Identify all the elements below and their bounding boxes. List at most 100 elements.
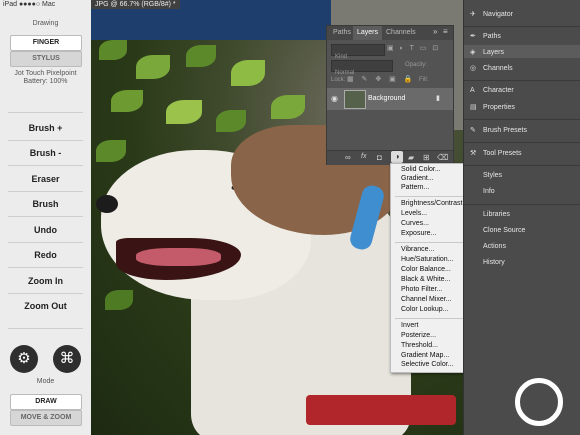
dock-separator bbox=[464, 165, 580, 166]
redo-button[interactable]: Redo bbox=[0, 250, 91, 260]
menu-item-threshold[interactable]: Threshold... bbox=[401, 342, 438, 349]
menu-item-invert[interactable]: Invert bbox=[401, 322, 419, 329]
blend-mode-select[interactable]: Normal bbox=[331, 60, 393, 76]
properties-icon: ▤ bbox=[470, 104, 477, 111]
menu-item-channel-mixer[interactable]: Channel Mixer... bbox=[401, 296, 452, 303]
filter-icons[interactable]: ▣ ◐ T ▭ ⊡ bbox=[387, 44, 440, 52]
assistive-touch-ring-icon[interactable] bbox=[515, 378, 563, 426]
tab-layers[interactable]: Layers bbox=[353, 26, 383, 40]
menu-item-gradient[interactable]: Gradient... bbox=[401, 175, 434, 182]
leaf bbox=[186, 45, 216, 67]
lock-label: Lock: bbox=[331, 77, 346, 83]
dock-item-label: Actions bbox=[483, 243, 506, 250]
layer-thumbnail bbox=[344, 90, 366, 109]
menu-item-black-white[interactable]: Black & White... bbox=[401, 276, 450, 283]
dock-item-paths[interactable]: ✒ Paths bbox=[470, 32, 501, 40]
link-icon[interactable]: ∞ bbox=[345, 153, 351, 162]
dock-item-brush-presets[interactable]: ✎ Brush Presets bbox=[470, 126, 527, 134]
brush-minus-button[interactable]: Brush - bbox=[0, 148, 91, 158]
gear-icon: ⚙ bbox=[17, 350, 31, 367]
dock-item-label: Styles bbox=[483, 172, 503, 179]
new-layer-icon[interactable]: ⊞ bbox=[423, 153, 430, 162]
dock-item-properties[interactable]: ▤ Properties bbox=[470, 103, 515, 111]
menu-item-solid-color[interactable]: Solid Color... bbox=[401, 166, 441, 173]
layer-row-background[interactable]: ◉ Background ▮ bbox=[327, 88, 453, 110]
move-zoom-mode-button[interactable]: MOVE & ZOOM bbox=[10, 410, 82, 426]
adjustment-layer-icon[interactable]: ◑ bbox=[391, 151, 403, 163]
menu-item-levels[interactable]: Levels... bbox=[401, 210, 427, 217]
leaf bbox=[271, 95, 305, 119]
menu-item-exposure[interactable]: Exposure... bbox=[401, 230, 436, 237]
brush-plus-button[interactable]: Brush + bbox=[0, 123, 91, 133]
eye-icon[interactable]: ◉ bbox=[331, 94, 338, 103]
folder-icon[interactable]: ▰ bbox=[408, 153, 414, 162]
dock-separator bbox=[464, 142, 580, 143]
lock-icons[interactable]: ▦ ✎ ✥ ▣ 🔒 bbox=[347, 75, 415, 83]
tab-paths[interactable]: Paths bbox=[329, 26, 355, 40]
dock-item-clone-source[interactable]: Clone Source bbox=[470, 227, 525, 234]
fill-label: Fill: bbox=[419, 77, 429, 83]
fx-icon[interactable]: fx bbox=[361, 153, 366, 160]
trash-icon[interactable]: ⌫ bbox=[437, 153, 448, 162]
dock-item-tool-presets[interactable]: ⚒ Tool Presets bbox=[470, 149, 522, 157]
stylus-battery-text: Battery: 100% bbox=[23, 78, 68, 85]
menu-item-pattern[interactable]: Pattern... bbox=[401, 184, 429, 191]
character-icon: A bbox=[470, 87, 475, 94]
dock-item-libraries[interactable]: Libraries bbox=[470, 211, 510, 218]
filter-kind-select[interactable]: Kind bbox=[331, 44, 385, 60]
undo-button[interactable]: Undo bbox=[0, 225, 91, 235]
dock-item-styles[interactable]: Styles bbox=[470, 172, 502, 179]
menu-item-photo-filter[interactable]: Photo Filter... bbox=[401, 286, 442, 293]
dock-item-label: Channels bbox=[483, 65, 513, 72]
dock-item-info[interactable]: Info bbox=[470, 188, 495, 195]
dock-item-label: Properties bbox=[483, 104, 515, 111]
leaf bbox=[105, 290, 133, 310]
menu-item-posterize[interactable]: Posterize... bbox=[401, 332, 436, 339]
channels-icon: ◎ bbox=[470, 65, 477, 72]
leaf bbox=[216, 110, 246, 132]
menu-item-brightness-contrast[interactable]: Brightness/Contrast... bbox=[401, 200, 468, 207]
document-tab-title[interactable]: JPG @ 66.7% (RGB/8#) * bbox=[91, 0, 180, 9]
dock-separator bbox=[464, 119, 580, 120]
dock-item-actions[interactable]: Actions bbox=[470, 243, 506, 250]
leaf bbox=[111, 90, 143, 112]
dock-item-label: Info bbox=[483, 188, 495, 195]
divider bbox=[8, 112, 83, 113]
menu-item-color-lookup[interactable]: Color Lookup... bbox=[401, 306, 448, 313]
opacity-label: Opacity: bbox=[405, 62, 428, 68]
menu-item-gradient-map[interactable]: Gradient Map... bbox=[401, 352, 449, 359]
menu-item-vibrance[interactable]: Vibrance... bbox=[401, 246, 434, 253]
paths-icon: ✒ bbox=[470, 33, 476, 40]
dock-item-character[interactable]: A Character bbox=[470, 87, 514, 94]
menu-item-hue-saturation[interactable]: Hue/Saturation... bbox=[401, 256, 454, 263]
draw-mode-button[interactable]: DRAW bbox=[10, 394, 82, 410]
dock-item-history[interactable]: History bbox=[470, 259, 505, 266]
eraser-button[interactable]: Eraser bbox=[0, 174, 91, 184]
layer-name: Background bbox=[368, 95, 406, 102]
divider bbox=[8, 267, 83, 268]
stylus-button[interactable]: STYLUS bbox=[10, 51, 82, 67]
divider bbox=[8, 216, 83, 217]
dock-item-channels[interactable]: ◎ Channels bbox=[470, 64, 513, 72]
leaf bbox=[136, 55, 170, 79]
command-button[interactable]: ⌘ bbox=[53, 345, 81, 373]
dock-item-layers[interactable]: ◈ Layers bbox=[470, 48, 504, 56]
dock-item-label: Clone Source bbox=[483, 227, 526, 234]
menu-item-color-balance[interactable]: Color Balance... bbox=[401, 266, 451, 273]
menu-item-curves[interactable]: Curves... bbox=[401, 220, 429, 227]
navigator-icon: ✈ bbox=[470, 11, 476, 18]
brush-button[interactable]: Brush bbox=[0, 199, 91, 209]
divider bbox=[8, 191, 83, 192]
dock-item-navigator[interactable]: ✈ Navigator bbox=[470, 10, 513, 18]
zoom-out-button[interactable]: Zoom Out bbox=[0, 301, 91, 311]
divider bbox=[8, 242, 83, 243]
mask-icon[interactable]: ◘ bbox=[377, 153, 382, 162]
finger-button[interactable]: FINGER bbox=[10, 35, 82, 51]
zoom-in-button[interactable]: Zoom In bbox=[0, 276, 91, 286]
chevron-right-icon[interactable]: » bbox=[433, 27, 437, 36]
dock-item-label: Navigator bbox=[483, 11, 513, 18]
panel-menu-icon[interactable]: ≡ bbox=[443, 27, 448, 36]
tab-channels[interactable]: Channels bbox=[382, 26, 420, 40]
menu-item-selective-color[interactable]: Selective Color... bbox=[401, 361, 454, 368]
settings-button[interactable]: ⚙ bbox=[10, 345, 38, 373]
